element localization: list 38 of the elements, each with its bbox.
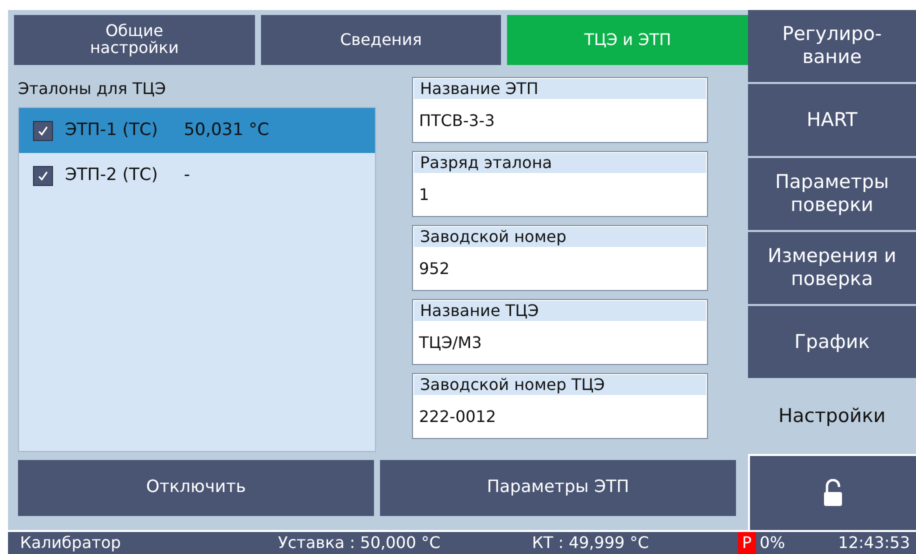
sidebar-tab[interactable]: HART	[748, 84, 916, 156]
field-label: Заводской номер	[414, 227, 706, 247]
mode-indicator: Р	[738, 532, 756, 554]
device-name: Калибратор	[20, 532, 122, 554]
checkbox[interactable]	[33, 120, 53, 140]
tab[interactable]: Общие настройки	[14, 15, 255, 65]
percent-reading: 0%	[760, 532, 786, 554]
action-button[interactable]: Параметры ЭТП	[380, 460, 736, 516]
field-label: Разряд эталона	[414, 153, 706, 173]
field-value[interactable]: 952	[413, 247, 707, 290]
item-label: ЭТП-2 (ТС)	[65, 164, 158, 187]
action-button[interactable]: Отключить	[18, 460, 374, 516]
tab[interactable]: Сведения	[260, 15, 502, 65]
field-label: Название ТЦЭ	[414, 301, 706, 321]
checkmark-icon	[37, 124, 49, 136]
setpoint-reading: Уставка : 50,000 °C	[278, 532, 442, 554]
sidebar-tab[interactable]: Регулиро- вание	[748, 10, 916, 82]
checkmark-icon	[37, 170, 49, 182]
sidebar-tab[interactable]: График	[748, 306, 916, 378]
item-label: ЭТП-1 (ТС)	[65, 118, 158, 142]
lock-button[interactable]	[748, 454, 916, 530]
clock-time: 12:43:53	[838, 532, 910, 554]
temperature-reading: КТ : 49,999 °C	[532, 532, 650, 554]
field-value[interactable]: ТЦЭ/М3	[413, 321, 707, 364]
section-title: Эталоны для ТЦЭ	[18, 78, 166, 100]
field-label: Заводской номер ТЦЭ	[414, 375, 706, 395]
padlock-icon	[823, 479, 843, 507]
sidebar-tab[interactable]: Параметры поверки	[748, 158, 916, 230]
item-value: -	[184, 164, 190, 187]
field-label: Название ЭТП	[414, 79, 706, 99]
field-value[interactable]: 1	[413, 173, 707, 216]
list-row[interactable]: ЭТП-2 (ТС) -	[19, 153, 375, 198]
field-value[interactable]: 222-0012	[413, 395, 707, 438]
item-value: 50,031 °C	[184, 118, 270, 142]
checkbox[interactable]	[33, 166, 53, 186]
sidebar-tab[interactable]: Измерения и поверка	[748, 232, 916, 304]
field-value[interactable]: ПТСВ-3-3	[413, 99, 707, 142]
list-row[interactable]: ЭТП-1 (ТС) 50,031 °C	[19, 108, 375, 153]
